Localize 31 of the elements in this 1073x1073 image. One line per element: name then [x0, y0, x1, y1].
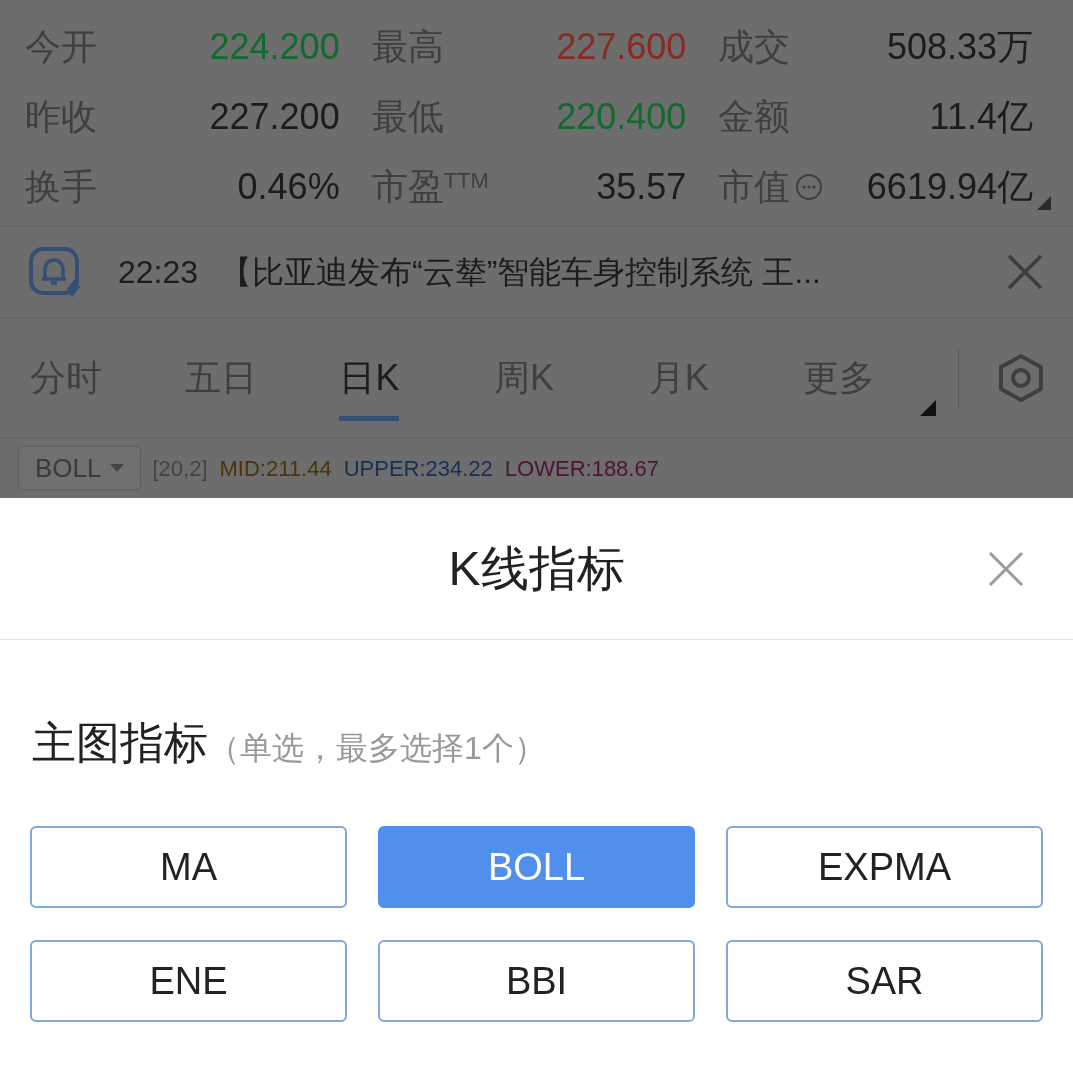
dropdown-corner-icon: [920, 399, 937, 416]
quote-value: 0.46%: [237, 165, 340, 209]
close-icon[interactable]: [1005, 252, 1045, 292]
quote-value: 220.400: [556, 95, 687, 139]
indicator-value: UPPER:234.22: [343, 454, 493, 483]
news-time: 22:23: [118, 253, 199, 292]
indicator-value: MID:211.44: [219, 454, 332, 483]
indicator-option[interactable]: MA: [30, 826, 347, 908]
corner-icon: [1037, 196, 1051, 210]
quote-value: 11.4亿: [929, 95, 1033, 139]
indicator-option[interactable]: BOLL: [378, 826, 695, 908]
caret-icon: [109, 464, 124, 472]
close-icon[interactable]: [987, 549, 1025, 588]
quote-value: 6619.94亿: [866, 165, 1033, 209]
section-heading: 主图指标: [32, 717, 208, 769]
quote-value: 227.600: [556, 25, 687, 69]
quote-value: 508.33万: [886, 25, 1033, 69]
indicator-option[interactable]: BBI: [378, 940, 695, 1022]
settings-icon[interactable]: [997, 352, 1046, 403]
quote-value: 35.57: [596, 165, 687, 209]
section-note: （单选，最多选择1个）: [208, 729, 546, 768]
indicator-value: LOWER:188.67: [504, 454, 659, 483]
indicator-option[interactable]: EXPMA: [726, 826, 1043, 908]
quote-value: 227.200: [209, 95, 340, 139]
indicator-option[interactable]: SAR: [726, 940, 1043, 1022]
quote-value: 224.200: [209, 25, 340, 69]
more-icon[interactable]: [794, 172, 825, 202]
sheet-title: K线指标: [448, 540, 625, 597]
period-tab[interactable]: 日K: [339, 317, 495, 438]
indicator-option[interactable]: ENE: [30, 940, 347, 1022]
news-headline[interactable]: 【比亚迪发布“云辇”智能车身控制系统 王...: [220, 248, 1005, 296]
